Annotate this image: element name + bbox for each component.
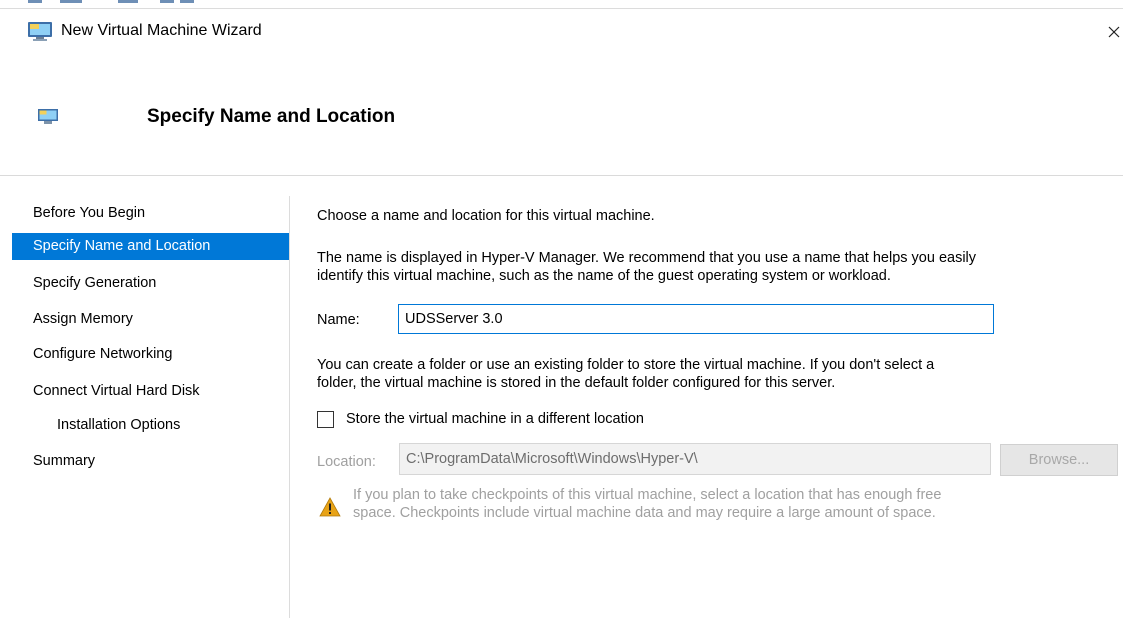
nav-item-before-you-begin[interactable]: Before You Begin: [12, 200, 289, 227]
wizard-content: Choose a name and location for this virt…: [290, 176, 1123, 618]
store-location-checkbox[interactable]: [317, 411, 334, 428]
window-title: New Virtual Machine Wizard: [61, 22, 262, 39]
wizard-steps-nav: Before You Begin Specify Name and Locati…: [0, 176, 290, 618]
wizard-header: Specify Name and Location: [0, 55, 1123, 176]
folder-help-line-1: You can create a folder or use an existi…: [317, 357, 935, 373]
hyper-v-monitor-icon: [28, 22, 52, 41]
location-label: Location:: [317, 454, 376, 470]
nav-item-configure-networking[interactable]: Configure Networking: [12, 341, 289, 368]
folder-help-line-2: folder, the virtual machine is stored in…: [317, 375, 836, 391]
page-title: Specify Name and Location: [147, 106, 396, 127]
nav-item-assign-memory[interactable]: Assign Memory: [12, 306, 289, 333]
warning-line-1: If you plan to take checkpoints of this …: [353, 487, 942, 503]
intro-text: Choose a name and location for this virt…: [317, 208, 655, 224]
checkpoint-warning: If you plan to take checkpoints of this …: [353, 486, 941, 522]
close-button[interactable]: [1105, 17, 1123, 47]
name-input[interactable]: [398, 304, 994, 334]
close-icon: [1108, 26, 1120, 38]
nav-item-installation-options[interactable]: Installation Options: [12, 412, 289, 439]
name-help-line-2: identify this virtual machine, such as t…: [317, 268, 891, 284]
name-label: Name:: [317, 312, 360, 328]
nav-item-specify-generation[interactable]: Specify Generation: [12, 270, 289, 297]
name-help-line-1: The name is displayed in Hyper-V Manager…: [317, 250, 977, 266]
warning-line-2: space. Checkpoints include virtual machi…: [353, 505, 936, 521]
taskbar-edge: [0, 0, 1123, 9]
title-bar: New Virtual Machine Wizard: [0, 9, 1123, 55]
nav-item-connect-virtual-hard-disk[interactable]: Connect Virtual Hard Disk: [12, 378, 289, 405]
warning-icon: [319, 497, 341, 517]
browse-button: Browse...: [1000, 444, 1118, 476]
location-input: [399, 443, 991, 475]
wizard-window: New Virtual Machine Wizard Specify Name …: [0, 0, 1123, 618]
nav-item-specify-name-location[interactable]: Specify Name and Location: [12, 233, 289, 260]
store-location-checkbox-label[interactable]: Store the virtual machine in a different…: [346, 411, 644, 427]
nav-item-summary[interactable]: Summary: [12, 448, 289, 475]
hyper-v-monitor-icon: [38, 109, 58, 124]
